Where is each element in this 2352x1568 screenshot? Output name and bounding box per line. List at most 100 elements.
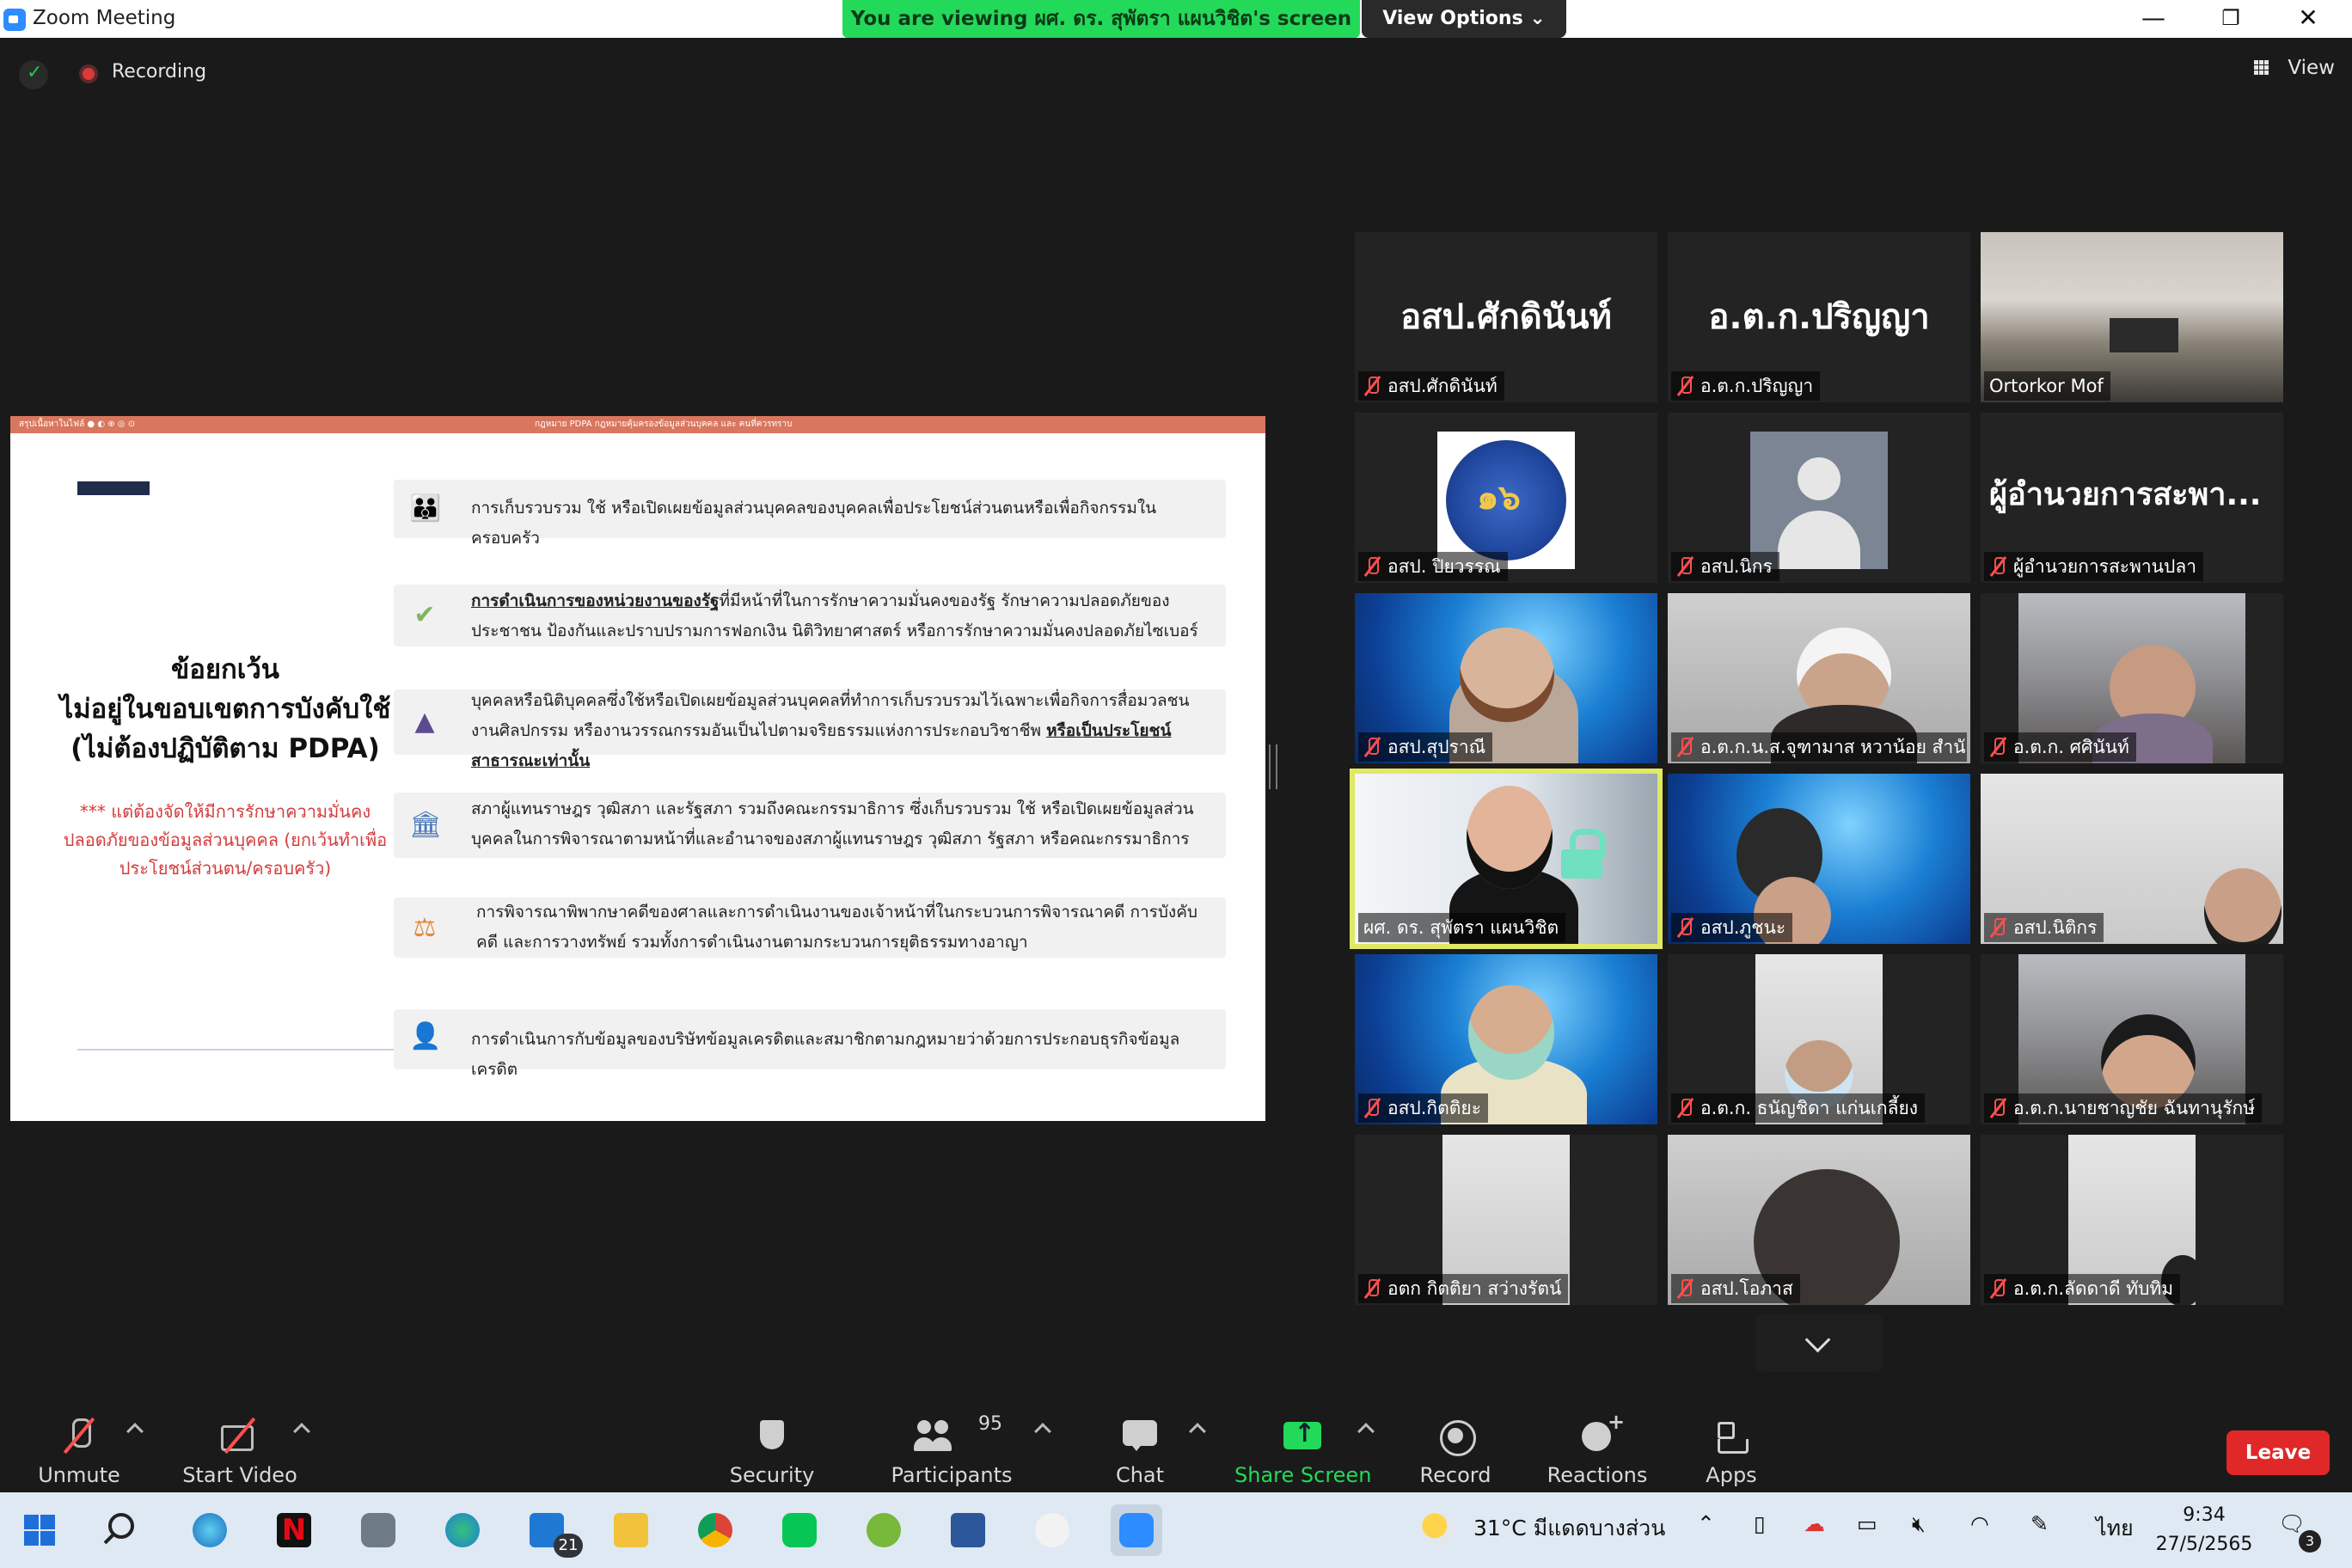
participant-name: ผู้อำนวยการสะพานปลา xyxy=(2013,556,2197,577)
muted-mic-icon xyxy=(1989,737,2006,757)
apps-button[interactable]: Apps xyxy=(1692,1401,1771,1492)
muted-mic-icon xyxy=(1363,376,1381,396)
camera-icon xyxy=(361,1513,395,1547)
taskbar-edge[interactable] xyxy=(437,1504,488,1556)
participant-tile[interactable]: อสป.สุปราณี xyxy=(1355,593,1657,763)
participant-tile[interactable]: Ortorkor Mof xyxy=(1981,232,2283,402)
organization-seal-avatar xyxy=(1437,432,1575,569)
exception-text: การพิจารณาพิพากษาคดีของศาลและการดำเนินงา… xyxy=(476,903,1197,952)
exception-row: ⚖ การพิจารณาพิพากษาคดีของศาลและการดำเนิน… xyxy=(394,897,1226,958)
participant-tile[interactable]: อสป.นิติกร xyxy=(1981,774,2283,944)
taskbar-clock[interactable]: 9:34 27/5/2565 xyxy=(2153,1501,2256,1559)
participant-tile-active-speaker[interactable]: ผศ. ดร. สุพัตรา แผนวิชิต xyxy=(1350,769,1663,949)
taskbar-edge-dev[interactable] xyxy=(184,1504,236,1556)
split-resize-handle[interactable] xyxy=(1269,744,1277,789)
participant-name: อสป.สุปราณี xyxy=(1387,737,1486,757)
weather-text[interactable]: 31°C มีแดดบางส่วน xyxy=(1473,1511,1665,1546)
security-button[interactable]: Security xyxy=(722,1401,822,1492)
close-button[interactable]: ✕ xyxy=(2269,0,2347,38)
taskbar-camera[interactable] xyxy=(352,1504,404,1556)
participant-tile[interactable]: อตก กิตติยา สว่างรัตน์ xyxy=(1355,1135,1657,1305)
participant-tile[interactable]: อสป.กิตติยะ xyxy=(1355,954,1657,1124)
onedrive-error-icon[interactable]: ☁ xyxy=(1804,1511,1825,1536)
view-options-button[interactable]: View Options ⌄ xyxy=(1362,0,1566,38)
share-screen-button[interactable]: Share Screen xyxy=(1234,1401,1371,1492)
taskbar-chrome[interactable] xyxy=(689,1504,741,1556)
chat-options-chevron-icon[interactable] xyxy=(1189,1423,1206,1440)
chat-bubble-icon xyxy=(1119,1415,1161,1456)
taskbar-utorrent[interactable] xyxy=(858,1504,910,1556)
participant-tile[interactable]: อ.ต.ก.ปริญญา อ.ต.ก.ปริญญา xyxy=(1668,232,1970,402)
participant-tile[interactable]: ผู้อำนวยการสะพา... ผู้อำนวยการสะพานปลา xyxy=(1981,413,2283,583)
taskbar-paint[interactable] xyxy=(1026,1504,1078,1556)
utorrent-icon xyxy=(867,1513,901,1547)
input-language[interactable]: ไทย xyxy=(2096,1511,2134,1546)
meeting-toolbar: Unmute Start Video Security 95 Participa… xyxy=(0,1401,2352,1492)
encryption-shield-icon[interactable] xyxy=(19,60,48,89)
exception-text: บุคคลหรือนิติบุคคลซึ่งใช้หรือเปิดเผยข้อม… xyxy=(471,686,1209,776)
clock-time: 9:34 xyxy=(2183,1504,2226,1526)
device-icon[interactable]: ▯ xyxy=(1754,1511,1766,1536)
slide-heading: ข้อยกเว้น ไม่อยู่ในขอบเขตการบังคับใช้ (ไ… xyxy=(45,650,406,769)
battery-icon[interactable]: ▭ xyxy=(1857,1511,1877,1536)
taskbar-netflix[interactable]: N xyxy=(268,1504,320,1556)
windows-start-icon[interactable] xyxy=(24,1515,55,1546)
participant-name-label: อสป.นิติกร xyxy=(1984,913,2104,942)
chat-button[interactable]: Chat xyxy=(1097,1401,1183,1492)
start-video-button[interactable]: Start Video xyxy=(177,1401,303,1492)
shared-screen-content: สรุปเนื้อหาในไฟล์ ● ◐ ⊕ ◎ ⊙ กฎหมาย PDPA … xyxy=(10,416,1265,1121)
taskbar-zoom[interactable] xyxy=(1111,1504,1162,1556)
unmute-label: Unmute xyxy=(38,1463,120,1487)
unmute-button[interactable]: Unmute xyxy=(22,1401,136,1492)
participant-tile[interactable]: อ.ต.ก. ศศินันท์ xyxy=(1981,593,2283,763)
weather-partly-cloudy-icon xyxy=(1420,1511,1456,1547)
participant-name-label: อ.ต.ก.ปริญญา xyxy=(1671,371,1821,401)
participant-tile[interactable]: อสป.โอภาส xyxy=(1668,1135,1970,1305)
exception-row: 👤 การดำเนินการกับข้อมูลของบริษัทข้อมูลเค… xyxy=(394,1009,1226,1079)
participant-name-label: อสป.สุปราณี xyxy=(1358,732,1493,762)
taskbar-line[interactable] xyxy=(774,1504,825,1556)
wifi-icon[interactable]: ◠ xyxy=(1970,1511,1989,1536)
pen-icon[interactable]: ✎ xyxy=(2030,1511,2049,1536)
gallery-next-page-chevron-down-icon[interactable] xyxy=(1755,1314,1883,1372)
participant-tile[interactable]: อ.ต.ก. ธนัญชิดา แก่นเกลี้ยง xyxy=(1668,954,1970,1124)
restore-button[interactable]: ❐ xyxy=(2192,0,2269,38)
participant-tile[interactable]: อสป. ปิยวรรณ xyxy=(1355,413,1657,583)
folder-icon xyxy=(614,1513,648,1547)
grid-icon xyxy=(2254,60,2269,76)
participant-name-label: อ.ต.ก.นายชาญชัย ฉันทานุรักษ์ xyxy=(1984,1093,2263,1123)
volume-muted-icon[interactable]: 🔇︎ xyxy=(1912,1511,1926,1537)
reactions-button[interactable]: Reactions xyxy=(1542,1401,1652,1492)
record-button[interactable]: Record xyxy=(1410,1401,1501,1492)
participant-name: อ.ต.ก.ลัดดาดี ทับทิม xyxy=(2013,1278,2174,1299)
windows-taskbar: N 21 31°C มีแดดบางส่วน ⌃ ▯ ☁ ▭ 🔇︎ ◠ ✎ ไท… xyxy=(0,1492,2352,1568)
participant-tile[interactable]: อสป.นิกร xyxy=(1668,413,1970,583)
show-hidden-icons-chevron-up-icon[interactable]: ⌃ xyxy=(1697,1511,1715,1536)
participant-name: อ.ต.ก. ศศินันท์ xyxy=(2013,737,2129,757)
minimize-button[interactable]: — xyxy=(2115,0,2192,38)
recording-label[interactable]: Recording xyxy=(112,61,206,83)
participant-name-label: ผู้อำนวยการสะพานปลา xyxy=(1984,552,2204,581)
participant-name: อสป.ศักดินันท์ xyxy=(1387,376,1498,396)
record-label: Record xyxy=(1419,1463,1491,1487)
participant-tile[interactable]: อ.ต.ก.นายชาญชัย ฉันทานุรักษ์ xyxy=(1981,954,2283,1124)
participants-options-chevron-icon[interactable] xyxy=(1034,1423,1051,1440)
participants-button[interactable]: 95 Participants xyxy=(887,1401,1016,1492)
parliament-icon: 🏛 xyxy=(409,810,443,840)
participant-tile[interactable]: อ.ต.ก.ลัดดาดี ทับทิม xyxy=(1981,1135,2283,1305)
participant-name-label: อ.ต.ก. ธนัญชิดา แก่นเกลี้ยง xyxy=(1671,1093,1926,1123)
participant-tile[interactable]: อ.ต.ก.น.ส.จุฑามาส หวาน้อย สำนั... xyxy=(1668,593,1970,763)
check-icon: ✔ xyxy=(413,600,436,630)
participant-tile[interactable]: อสป.ภูชนะ xyxy=(1668,774,1970,944)
leave-button[interactable]: Leave xyxy=(2226,1430,2330,1475)
participant-tile[interactable]: อสป.ศักดินันท์ อสป.ศักดินันท์ xyxy=(1355,232,1657,402)
search-icon[interactable] xyxy=(108,1513,134,1539)
participant-name-label: อ.ต.ก.ลัดดาดี ทับทิม xyxy=(1984,1274,2181,1303)
taskbar-file-explorer[interactable] xyxy=(605,1504,657,1556)
taskbar-word[interactable] xyxy=(942,1504,994,1556)
padlock-icon xyxy=(1558,829,1606,879)
slide-heading-line1: ข้อยกเว้น xyxy=(171,654,279,685)
view-button[interactable]: View xyxy=(2245,52,2335,84)
muted-mic-icon xyxy=(1363,1278,1381,1299)
mail-unread-badge: 21 xyxy=(554,1534,583,1558)
